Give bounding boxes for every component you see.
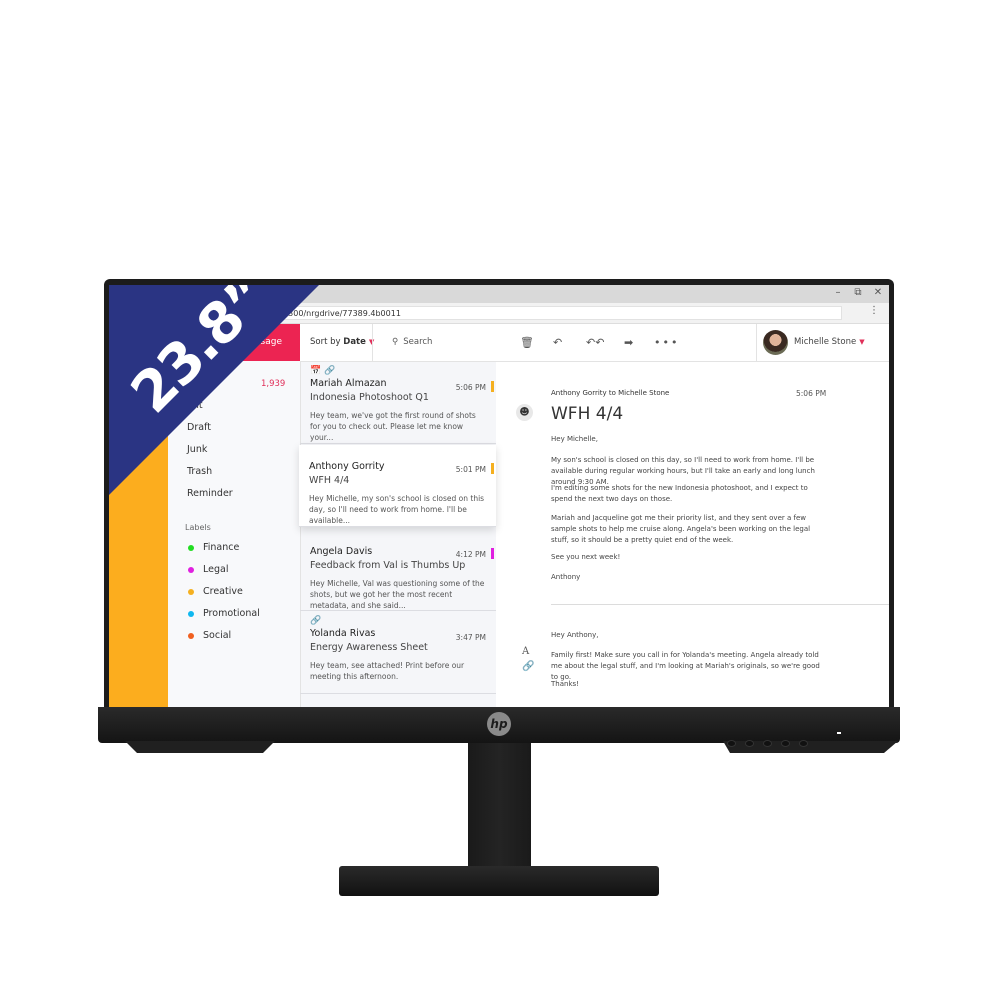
flag-marker	[491, 381, 494, 392]
reply-all-icon[interactable]: ↶↶	[586, 324, 604, 361]
mail-body: Mariah and Jacqueline got me their prior…	[551, 514, 811, 544]
search-icon: ⚲	[392, 337, 399, 347]
power-led	[837, 732, 841, 734]
kebab-menu-icon[interactable]: ⋮	[869, 305, 879, 316]
message-item[interactable]: 📅 🔗 5:06 PM Mariah Almazan Indonesia Pho…	[300, 362, 496, 444]
list-header: Sort by Date▼ ⚲Search	[300, 324, 496, 362]
reply-body: Thanks!	[551, 680, 579, 688]
minimize-icon[interactable]: –	[833, 287, 843, 298]
mail-body: Hey Michelle,	[551, 435, 598, 443]
format-text-icon[interactable]: A	[522, 646, 529, 657]
search-field[interactable]: ⚲ Search	[392, 324, 432, 360]
mail-body: I'm editing some shots for the new Indon…	[551, 484, 808, 503]
link-icon: 🔗	[310, 616, 322, 626]
message-item[interactable]: 4:12 PM Angela Davis Feedback from Val i…	[300, 528, 496, 611]
flag-marker	[491, 548, 494, 559]
label-dot-icon	[188, 566, 194, 573]
label-finance[interactable]: Finance	[188, 542, 239, 553]
bezel-lip	[125, 741, 275, 753]
monitor-buttons	[727, 740, 808, 747]
sort-dropdown[interactable]: Sort by Date▼	[310, 324, 374, 360]
monitor-stand-base	[339, 866, 659, 896]
mail-body: Anthony	[551, 573, 581, 581]
label-creative[interactable]: Creative	[188, 586, 243, 597]
label-dot-icon	[188, 588, 194, 595]
mail-subject: WFH 4/4	[551, 404, 624, 424]
monitor-button[interactable]	[763, 740, 772, 747]
label-promotional[interactable]: Promotional	[188, 608, 260, 619]
reply-body: Hey Anthony,	[551, 631, 599, 639]
label-dot-icon	[188, 632, 194, 639]
monitor-stand-neck	[468, 743, 531, 868]
label-dot-icon	[188, 544, 194, 551]
mail-meta: Anthony Gorrity to Michelle Stone	[551, 389, 670, 397]
label-legal[interactable]: Legal	[188, 564, 228, 575]
label-social[interactable]: Social	[188, 630, 231, 641]
divider	[372, 324, 373, 361]
power-button[interactable]	[799, 740, 808, 747]
trash-icon[interactable]: 🗑	[520, 324, 534, 361]
link-icon: 🔗	[324, 366, 336, 376]
label-dot-icon	[188, 610, 194, 617]
close-icon[interactable]: ✕	[873, 287, 883, 298]
restore-icon[interactable]: ⧉	[853, 287, 863, 298]
monitor-button[interactable]	[745, 740, 754, 747]
caret-down-icon: ▼	[859, 338, 865, 346]
mail-body: See you next week!	[551, 553, 621, 561]
hp-logo-icon: hp	[487, 712, 511, 736]
user-menu[interactable]: Michelle Stone ▼	[756, 324, 889, 361]
monitor-button[interactable]	[727, 740, 736, 747]
screen-size-badge: 23.8”	[109, 285, 319, 495]
sender-avatar: ☻	[516, 404, 533, 421]
divider	[551, 604, 889, 605]
attach-link-icon[interactable]: 🔗	[522, 661, 534, 672]
monitor-button[interactable]	[781, 740, 790, 747]
labels-heading: Labels	[185, 523, 211, 532]
more-icon[interactable]: •••	[654, 324, 679, 361]
mail-time: 5:06 PM	[796, 389, 827, 398]
message-item-selected[interactable]: 5:01 PM Anthony Gorrity WFH 4/4 Hey Mich…	[299, 445, 496, 527]
message-item[interactable]: 🔗 3:47 PM Yolanda Rivas Energy Awareness…	[300, 612, 496, 694]
flag-marker	[491, 463, 494, 474]
message-toolbar: 🗑 ↶ ↶↶ ➡ ••• Michelle Stone ▼	[496, 324, 889, 362]
reply-icon[interactable]: ↶	[553, 324, 562, 361]
avatar	[763, 330, 788, 355]
forward-icon[interactable]: ➡	[624, 324, 633, 361]
